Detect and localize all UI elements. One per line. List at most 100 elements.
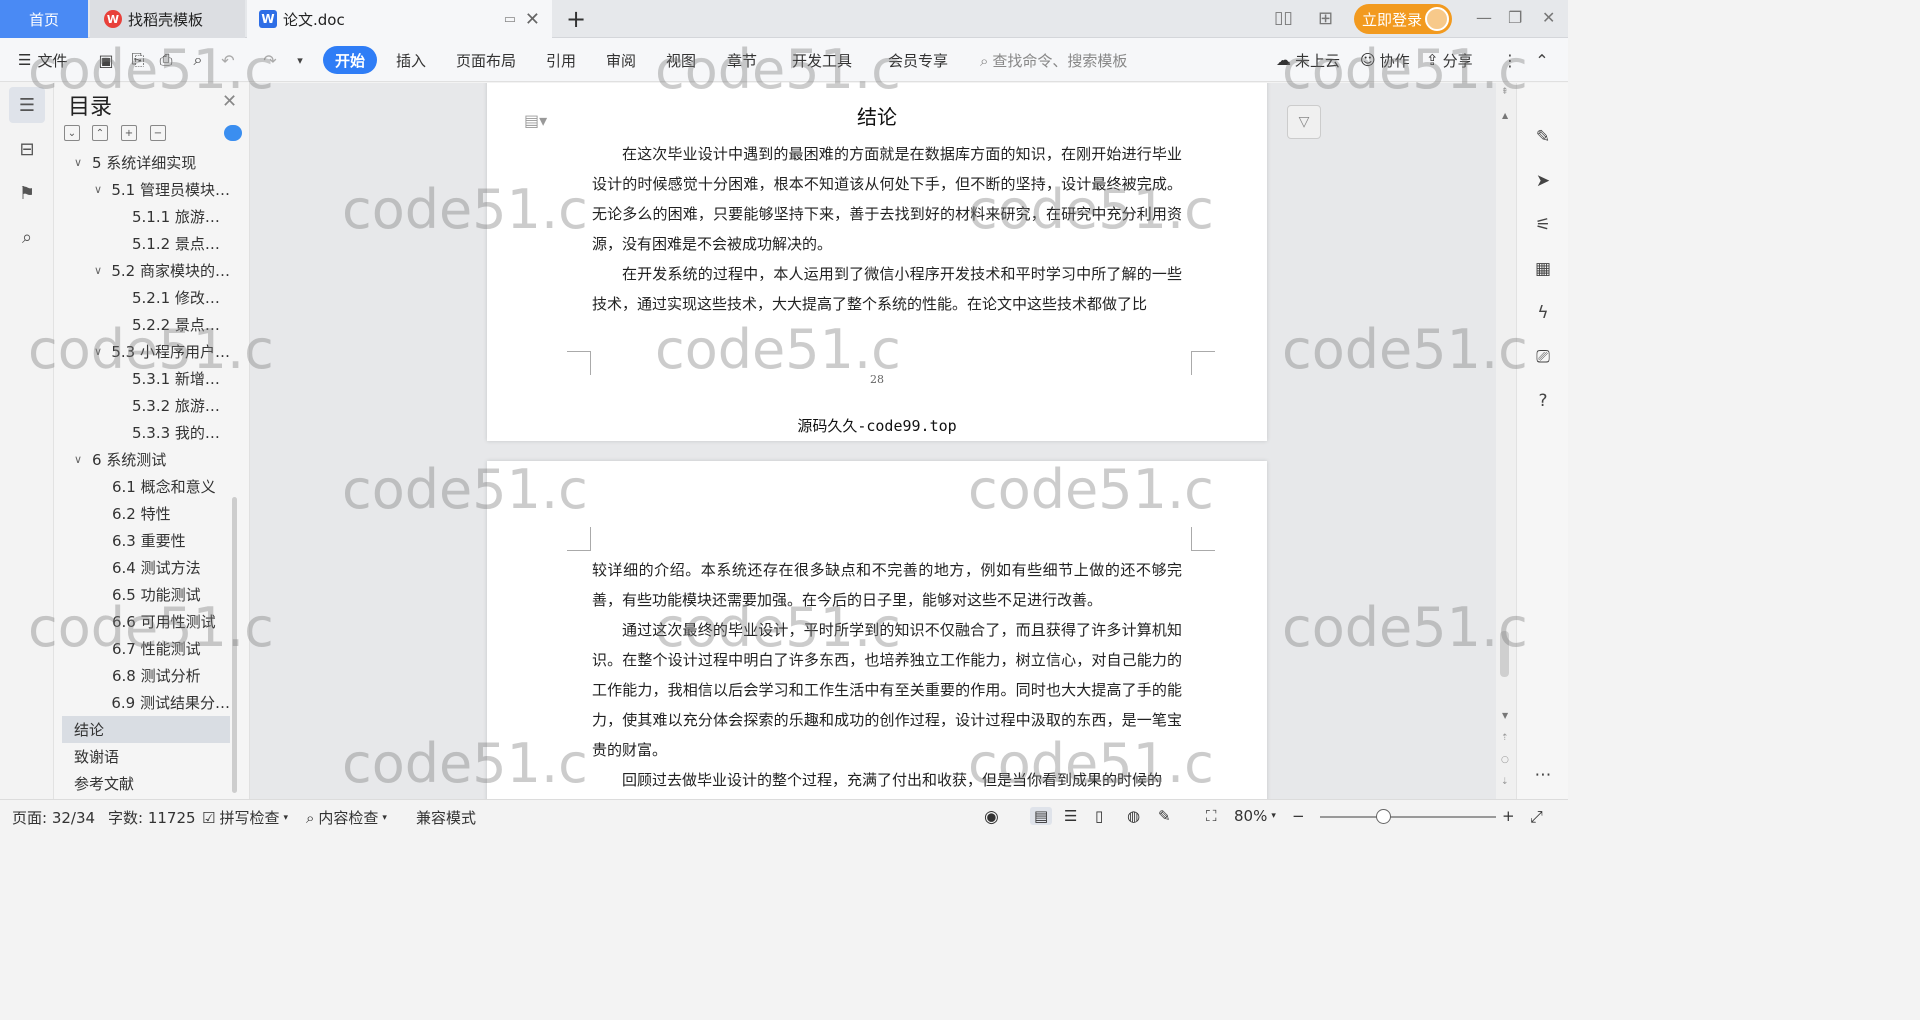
ribbon-tab-member[interactable]: 会员专享 [888,46,948,74]
toc-item[interactable]: 5.3.3 我的… [62,419,230,446]
toc-item[interactable]: ∨ 5.1 管理员模块… [62,176,230,203]
layout-toggle-icon[interactable]: ▯▯ [1274,8,1293,28]
tab-template[interactable]: W 找稻壳模板 [90,0,245,38]
toc-item[interactable]: 6.8 测试分析 [62,662,230,689]
close-window-icon[interactable]: ✕ [1542,8,1555,27]
save-icon[interactable]: ▣ [96,50,116,70]
zoom-dropdown[interactable]: 80% ▾ [1234,807,1276,825]
command-search-input[interactable]: ⌕ 查找命令、搜索模板 [980,50,1127,71]
print-preview-icon[interactable]: ⌕ [188,50,208,70]
lightning-icon[interactable]: ϟ [1529,299,1557,327]
collapse-toolbar-icon[interactable]: ▽ [1287,105,1321,139]
toc-item[interactable]: 6.3 重要性 [62,527,230,554]
adjust-sliders-icon[interactable]: ⚟ [1529,211,1557,239]
zoom-slider[interactable] [1320,809,1496,824]
scrollbar-thumb[interactable] [1500,631,1509,677]
pointer-icon[interactable]: ➤ [1529,167,1557,195]
pen-icon[interactable]: ✎ [1529,123,1557,151]
collaborate-button[interactable]: ☺ 协作 [1360,46,1410,74]
new-tab-button[interactable]: + [562,0,590,38]
toc-item[interactable]: 6.9 测试结果分… [62,689,230,716]
more-options-icon[interactable]: ⋮ [1500,50,1520,70]
expand-up-icon[interactable]: ⌃ [92,125,108,141]
ribbon-tab-chapter[interactable]: 章节 [727,46,757,74]
eye-protection-icon[interactable]: ◉ [984,807,999,827]
outline-view-icon[interactable]: ☰ [1064,807,1077,825]
remove-heading-icon[interactable]: − [150,125,166,141]
toc-item[interactable]: ∨ 5.3 小程序用户… [62,338,230,365]
toc-item[interactable]: 6.7 性能测试 [62,635,230,662]
chevron-down-icon[interactable]: ∨ [94,264,111,277]
print-icon[interactable]: ⎙ [156,50,176,70]
zoom-out-icon[interactable]: − [1292,807,1305,825]
chevron-down-icon[interactable]: ∨ [94,183,111,196]
close-tab-icon[interactable]: ✕ [525,9,540,30]
toc-item[interactable]: 6.4 测试方法 [62,554,230,581]
share-button[interactable]: ⇪ 分享 [1426,46,1473,74]
toc-scrollbar[interactable] [232,497,237,793]
collapse-ribbon-icon[interactable]: ⌃ [1532,50,1552,70]
minimize-icon[interactable]: — [1476,8,1492,27]
more-icon[interactable]: ⋯ [1529,761,1557,789]
fit-page-icon[interactable]: ⛶ [1206,807,1217,825]
word-count[interactable]: 字数: 11725 [108,807,196,828]
page-view-icon[interactable]: ▤ [1030,807,1053,825]
vertical-scrollbar[interactable]: ⇞ ▲ ▼ ⇡ ○ ⇣ [1496,83,1516,799]
web-view-icon[interactable]: ◍ [1127,807,1140,825]
ribbon-tab-view[interactable]: 视图 [666,46,696,74]
ai-toc-icon[interactable] [224,125,242,141]
scroll-top-icon[interactable]: ⇞ [1501,87,1509,97]
ribbon-tab-references[interactable]: 引用 [546,46,576,74]
find-icon[interactable]: ⌕ [9,219,45,255]
collapse-all-icon[interactable]: ⌄ [64,125,80,141]
write-mode-icon[interactable]: ✎ [1158,807,1171,825]
redo-icon[interactable]: ↷ [260,50,280,70]
ribbon-tab-insert[interactable]: 插入 [396,46,426,74]
bookmark-icon[interactable]: ⚑ [9,175,45,211]
zoom-slider-handle[interactable] [1376,809,1391,824]
toc-item[interactable]: 6.2 特性 [62,500,230,527]
ribbon-tab-developer[interactable]: 开发工具 [792,46,852,74]
next-page-icon[interactable]: ⇣ [1501,777,1509,787]
tab-document[interactable]: W 论文.doc ▭ ✕ [247,0,552,38]
toc-panel-icon[interactable]: ☰ [9,87,45,123]
toc-item[interactable]: 致谢语 [62,743,230,770]
toc-item[interactable]: 结论 [62,716,230,743]
ribbon-tab-review[interactable]: 审阅 [606,46,636,74]
page-indicator[interactable]: 页面: 32/34 [12,807,95,828]
scroll-down-icon[interactable]: ▼ [1502,711,1508,720]
chapter-nav-icon[interactable]: ⊟ [9,131,45,167]
restore-icon[interactable]: ❐ [1508,8,1522,27]
ribbon-tab-layout[interactable]: 页面布局 [456,46,516,74]
chevron-down-icon[interactable]: ∨ [74,453,92,466]
toc-item[interactable]: ∨ 5.2 商家模块的… [62,257,230,284]
fullscreen-icon[interactable]: ⤢ [1530,807,1543,827]
toc-item[interactable]: 5.2.2 景点… [62,311,230,338]
toc-item[interactable]: 5.1.1 旅游… [62,203,230,230]
toc-item[interactable]: 6.6 可用性测试 [62,608,230,635]
customize-dropdown-icon[interactable]: ▾ [290,50,310,70]
toc-item[interactable]: 5.1.2 景点… [62,230,230,257]
toc-item[interactable]: 5.2.1 修改… [62,284,230,311]
help-icon[interactable]: ? [1529,387,1557,415]
toc-item[interactable]: 6.1 概念和意义 [62,473,230,500]
cloud-status-button[interactable]: ☁ 未上云 [1276,46,1340,74]
toc-item[interactable]: 5.3.1 新增… [62,365,230,392]
reading-view-icon[interactable]: ▯ [1095,807,1103,825]
toc-item[interactable]: ∨ 6 系统测试 [62,446,230,473]
chevron-down-icon[interactable]: ∨ [74,156,92,169]
apps-grid-icon[interactable]: ⊞ [1318,8,1333,29]
close-panel-icon[interactable]: ✕ [222,91,237,112]
toc-item[interactable]: 参考文献 [62,770,230,793]
toc-item[interactable]: ∨ 5 系统详细实现 [62,153,230,176]
export-pdf-icon[interactable]: ⎘ [128,50,148,70]
undo-icon[interactable]: ↶ [218,50,238,70]
ribbon-tab-start[interactable]: 开始 [323,46,377,74]
book-icon[interactable]: ⎚ [1529,343,1557,371]
toc-item[interactable]: 5.3.2 旅游… [62,392,230,419]
monitor-icon[interactable]: ▭ [504,12,516,27]
login-button[interactable]: 立即登录 [1354,4,1452,34]
add-heading-icon[interactable]: + [121,125,137,141]
prev-page-icon[interactable]: ⇡ [1501,733,1509,743]
scroll-up-icon[interactable]: ▲ [1502,111,1508,120]
